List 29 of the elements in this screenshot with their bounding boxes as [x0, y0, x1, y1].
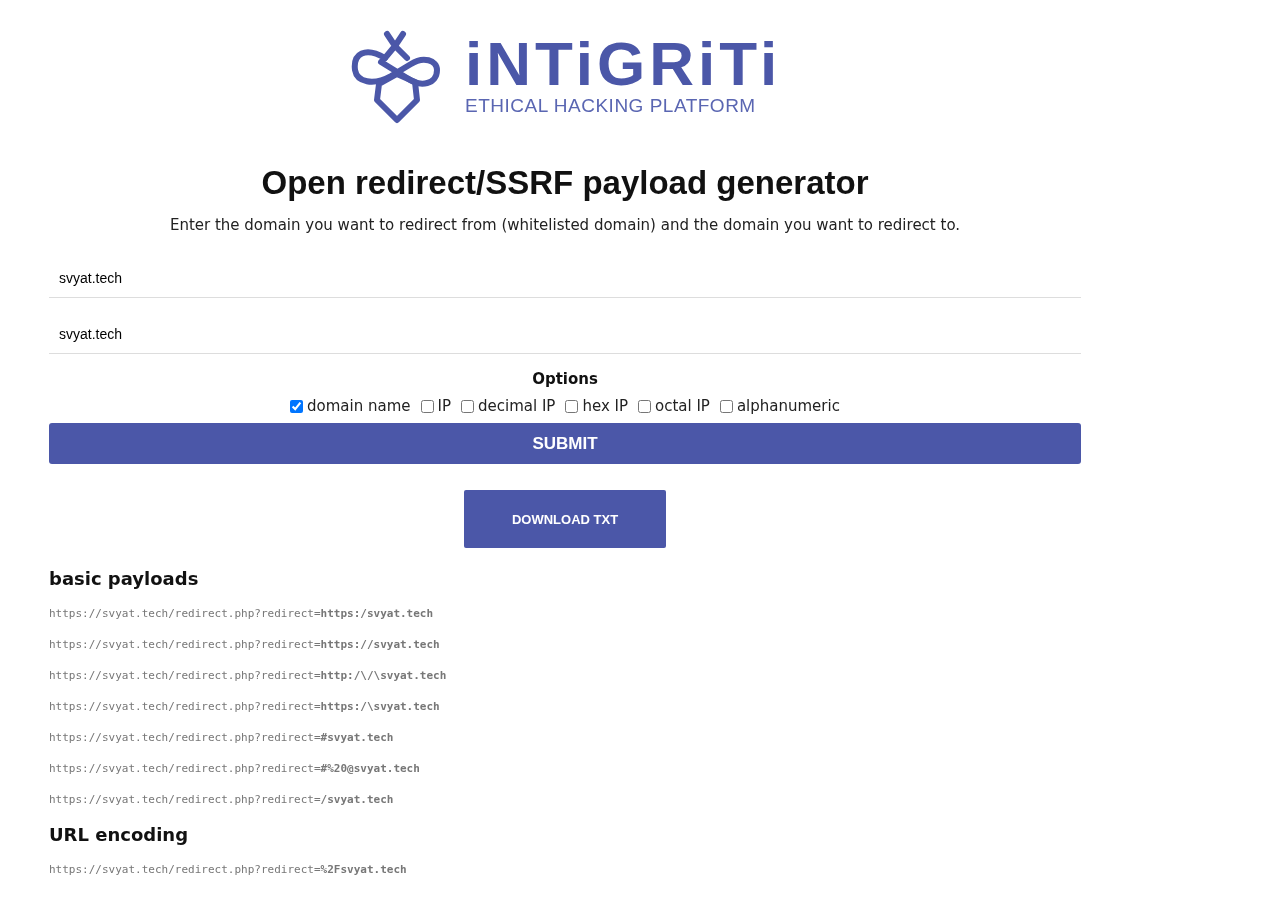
intro-text: Enter the domain you want to redirect from (whitelisted domain) and the domain you want to redirect to.: [168, 216, 962, 234]
option-label: domain name: [307, 397, 411, 415]
payload-url: https://svyat.tech/redirect.php?redirect=http:/\/\svyat.tech: [49, 669, 448, 684]
payload-url: https://svyat.tech/redirect.php?redirect=/svyat.tech: [49, 793, 395, 808]
option-checkbox[interactable]: [420, 399, 434, 413]
option-checkbox[interactable]: [638, 399, 651, 413]
option-label: octal IP: [655, 397, 710, 415]
options-heading: Options: [531, 370, 599, 388]
option-checkbox[interactable]: [719, 399, 733, 413]
section-heading: URL encoding: [49, 824, 190, 845]
payload-url: https://svyat.tech/redirect.php?redirect=%2Fsvyat.tech: [49, 863, 408, 878]
payload-url: https://svyat.tech/redirect.php?redirect=#%20@svyat.tech: [49, 762, 421, 777]
option-label: decimal IP: [478, 397, 556, 415]
payload-url: https://svyat.tech/redirect.php?redirect=https://svyat.tech: [49, 638, 441, 653]
option-label: alphanumeric: [736, 397, 840, 415]
option-checkbox[interactable]: [461, 399, 475, 413]
brand-tagline: ETHICAL HACKING PLATFORM: [465, 95, 757, 117]
payload-url: https://svyat.tech/redirect.php?redirect=#svyat.tech: [49, 731, 395, 746]
download-button[interactable]: DOWNLOAD TXT: [464, 490, 666, 548]
payload-url: https://svyat.tech/redirect.php?redirect=https:/\svyat.tech: [49, 700, 441, 715]
option-checkbox[interactable]: [565, 399, 579, 413]
page-title: Open redirect/SSRF payload generator: [260, 164, 870, 202]
option-checkbox[interactable]: [290, 399, 304, 413]
payload-url: https://svyat.tech/redirect.php?redirect=https:/svyat.tech: [49, 607, 435, 622]
section-heading: basic payloads: [49, 568, 200, 589]
brand-name: iNTiGRiTi: [465, 33, 782, 95]
submit-button[interactable]: SUBMIT: [49, 423, 1081, 464]
option-label: hex IP: [582, 397, 628, 415]
option-label: IP: [437, 397, 452, 415]
